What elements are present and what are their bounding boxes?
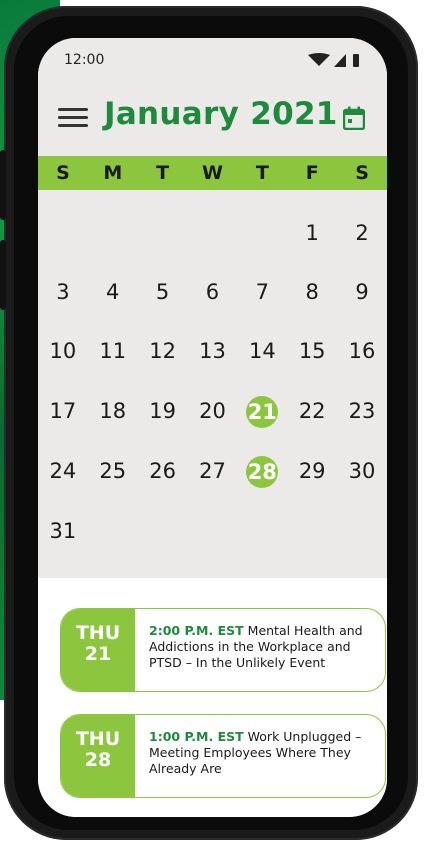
phone-screen: 12:00 January 2021 SMTWTFS 1 2 3 4 5 6 7 8 9 10 11… [38, 38, 387, 817]
event-day-number: 28 [84, 749, 112, 771]
calendar-day[interactable]: 4 [88, 277, 138, 307]
calendar-day[interactable]: 17 [38, 396, 88, 426]
highlighted-day[interactable]: 28 [246, 456, 279, 488]
month-title: January 2021 [104, 96, 338, 132]
calendar-day[interactable]: 5 [138, 277, 188, 307]
calendar-day[interactable]: 12 [138, 336, 188, 366]
calendar-day[interactable]: 30 [337, 456, 387, 486]
calendar-day[interactable]: 8 [287, 277, 337, 307]
event-card[interactable]: THU 28 1:00 P.M. EST Work Unplugged – Meet… [60, 714, 386, 798]
battery-icon [353, 54, 359, 67]
calendar-day[interactable]: 19 [138, 396, 188, 426]
calendar-day[interactable]: 28 [237, 456, 287, 488]
event-date-badge: THU 28 [61, 715, 135, 797]
status-icons [308, 53, 359, 67]
calendar-day[interactable]: 20 [188, 396, 238, 426]
calendar-day[interactable]: 29 [287, 456, 337, 486]
calendar-grid: 1 2 3 4 5 6 7 8 9 10 11 12 13 14 15 16 17 18 19 20 21 22 23 24 2… [38, 190, 387, 578]
calendar-day[interactable]: 1 [287, 218, 337, 248]
status-time: 12:00 [64, 52, 105, 68]
calendar-day[interactable]: 11 [88, 336, 138, 366]
event-time: 1:00 P.M. EST [149, 729, 244, 744]
calendar-day[interactable]: 24 [38, 456, 88, 486]
phone-side-button [0, 150, 6, 220]
event-list: THU 21 2:00 P.M. EST Mental Health and Add… [38, 578, 387, 817]
menu-icon[interactable] [58, 108, 88, 128]
calendar-day[interactable]: 18 [88, 396, 138, 426]
calendar-day[interactable]: 25 [88, 456, 138, 486]
calendar-day[interactable]: 6 [188, 277, 238, 307]
calendar-day[interactable]: 15 [287, 336, 337, 366]
weekday-label: W [202, 162, 223, 184]
calendar-day[interactable]: 9 [337, 277, 387, 307]
calendar-day[interactable]: 14 [237, 336, 287, 366]
calendar-day[interactable]: 22 [287, 396, 337, 426]
wifi-icon [308, 53, 330, 66]
weekday-label: S [56, 162, 70, 184]
calendar-day[interactable]: 23 [337, 396, 387, 426]
event-date-badge: THU 21 [61, 609, 135, 691]
calendar-day[interactable]: 7 [237, 277, 287, 307]
weekday-label: F [305, 162, 319, 184]
event-weekday: THU [75, 622, 121, 644]
calendar-day[interactable]: 2 [337, 218, 387, 248]
weekday-header: SMTWTFS [38, 156, 387, 190]
calendar-day[interactable]: 16 [337, 336, 387, 366]
event-weekday: THU [75, 728, 121, 750]
event-day-number: 21 [84, 643, 112, 665]
weekday-label: S [355, 162, 369, 184]
event-description: 1:00 P.M. EST Work Unplugged – Meeting E… [149, 729, 375, 777]
phone-side-button [0, 240, 6, 310]
calendar-day[interactable]: 3 [38, 277, 88, 307]
calendar-day[interactable]: 27 [188, 456, 238, 486]
app-bar: January 2021 [38, 82, 387, 156]
calendar-day[interactable]: 31 [38, 516, 88, 546]
calendar-icon[interactable] [343, 106, 365, 130]
weekday-label: T [255, 162, 269, 184]
event-time: 2:00 P.M. EST [149, 623, 244, 638]
weekday-label: M [103, 162, 123, 184]
calendar-day[interactable]: 13 [188, 336, 238, 366]
signal-icon [334, 54, 346, 67]
calendar-day[interactable]: 21 [237, 396, 287, 428]
event-description: 2:00 P.M. EST Mental Health and Addictio… [149, 623, 375, 671]
calendar-day[interactable]: 26 [138, 456, 188, 486]
event-card[interactable]: THU 21 2:00 P.M. EST Mental Health and Add… [60, 608, 386, 692]
weekday-label: T [156, 162, 170, 184]
status-bar: 12:00 [38, 38, 387, 82]
calendar-day[interactable]: 10 [38, 336, 88, 366]
highlighted-day[interactable]: 21 [246, 396, 279, 428]
